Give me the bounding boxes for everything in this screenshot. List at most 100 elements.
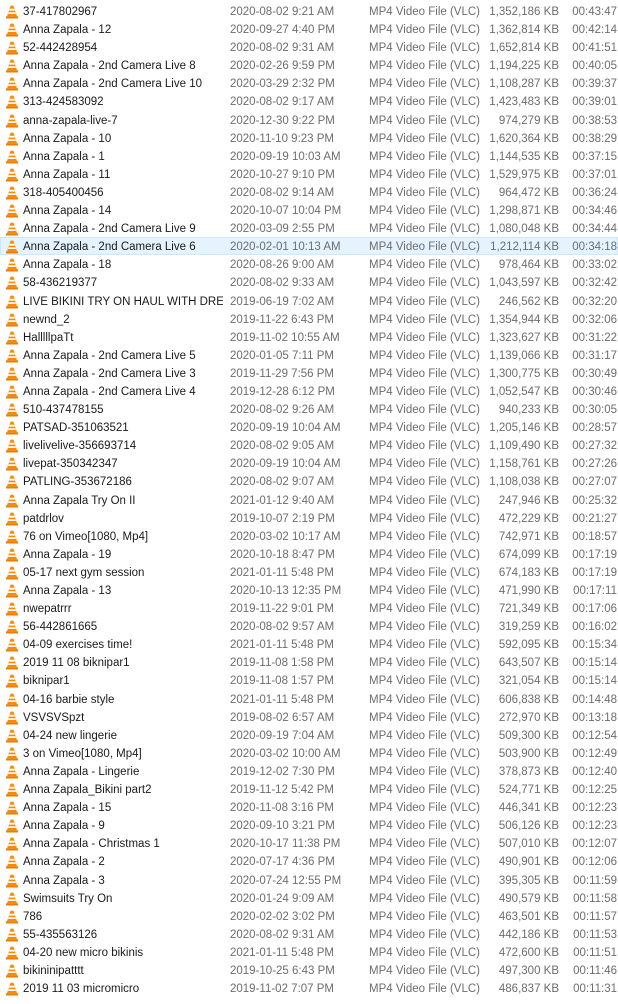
- file-row[interactable]: Swimsuits Try On 2020-01-24 9:09 AM MP4 …: [0, 889, 618, 907]
- file-length: 00:21:27: [572, 512, 617, 525]
- file-length: 00:27:07: [572, 476, 617, 489]
- file-row[interactable]: HalllllpaTt 2019-11-02 10:55 AM MP4 Vide…: [0, 328, 618, 346]
- vlc-cone-icon: [5, 59, 19, 73]
- file-row[interactable]: 2019 11 03 micromicro 2019-11-02 7:07 PM…: [0, 979, 618, 997]
- file-row[interactable]: Anna Zapala - 12 2020-09-27 4:40 PM MP4 …: [0, 20, 618, 38]
- file-row[interactable]: Anna Zapala - 2nd Camera Live 9 2020-03-…: [0, 219, 618, 237]
- file-row[interactable]: Anna Zapala_Bikini part2 2019-11-12 5:42…: [0, 780, 618, 798]
- file-row[interactable]: Anna Zapala - 2nd Camera Live 4 2019-12-…: [0, 382, 618, 400]
- file-row[interactable]: livepat-350342347 2020-09-19 10:04 AM MP…: [0, 454, 618, 472]
- file-row[interactable]: 510-437478155 2020-08-02 9:26 AM MP4 Vid…: [0, 400, 618, 418]
- file-row[interactable]: 04-20 new micro bikinis 2021-01-11 5:48 …: [0, 943, 618, 961]
- file-name: Anna Zapala - 2nd Camera Live 5: [23, 349, 196, 362]
- file-date-modified: 2020-09-19 10:03 AM: [230, 150, 341, 163]
- file-type: MP4 Video File (VLC): [369, 983, 480, 996]
- file-row[interactable]: patdrlov 2019-10-07 2:19 PM MP4 Video Fi…: [0, 509, 618, 527]
- file-name: Anna Zapala - 2nd Camera Live 4: [23, 385, 196, 398]
- file-name: 3 on Vimeo[1080, Mp4]: [23, 747, 142, 760]
- file-row[interactable]: Anna Zapala - 2 2020-07-17 4:36 PM MP4 V…: [0, 852, 618, 870]
- file-row[interactable]: PATLING-353672186 2020-08-02 9:07 AM MP4…: [0, 472, 618, 490]
- file-row[interactable]: Anna Zapala - 2nd Camera Live 3 2019-11-…: [0, 364, 618, 382]
- file-row[interactable]: Anna Zapala - Lingerie 2019-12-02 7:30 P…: [0, 762, 618, 780]
- file-size: 592,095 KB: [498, 639, 559, 652]
- file-row[interactable]: Anna Zapala - Christmas 1 2020-10-17 11:…: [0, 834, 618, 852]
- file-type: MP4 Video File (VLC): [369, 150, 480, 163]
- file-row[interactable]: 56-442861665 2020-08-02 9:57 AM MP4 Vide…: [0, 617, 618, 635]
- file-size: 964,472 KB: [498, 186, 559, 199]
- file-row[interactable]: Anna Zapala - 2nd Camera Live 5 2020-01-…: [0, 346, 618, 364]
- file-row[interactable]: 04-24 new lingerie 2020-09-19 7:04 AM MP…: [0, 726, 618, 744]
- file-row[interactable]: LIVE BIKINI TRY ON HAUL WITH DRESSLI... …: [0, 292, 618, 310]
- file-size: 490,579 KB: [498, 892, 559, 905]
- file-row[interactable]: Anna Zapala - 13 2020-10-13 12:35 PM MP4…: [0, 581, 618, 599]
- file-date-modified: 2019-11-12 5:42 PM: [230, 784, 334, 797]
- file-row[interactable]: Anna Zapala - 2nd Camera Live 10 2020-03…: [0, 74, 618, 92]
- file-row[interactable]: Anna Zapala - 2nd Camera Live 6 2020-02-…: [0, 237, 618, 256]
- file-row[interactable]: livelivelive-356693714 2020-08-02 9:05 A…: [0, 436, 618, 454]
- file-row[interactable]: anna-zapala-live-7 2020-12-30 9:22 PM MP…: [0, 111, 618, 129]
- file-row[interactable]: 37-417802967 2020-08-02 9:21 AM MP4 Vide…: [0, 2, 618, 20]
- file-row[interactable]: 313-424583092 2020-08-02 9:17 AM MP4 Vid…: [0, 92, 618, 110]
- file-row[interactable]: Anna Zapala - 19 2020-10-18 8:47 PM MP4 …: [0, 545, 618, 563]
- file-row[interactable]: 04-09 exercises time! 2021-01-11 5:48 PM…: [0, 635, 618, 653]
- file-row[interactable]: Anna Zapala - 1 2020-09-19 10:03 AM MP4 …: [0, 147, 618, 165]
- file-row[interactable]: 04-16 barbie style 2021-01-11 5:48 PM MP…: [0, 690, 618, 708]
- file-name: Anna Zapala - 11: [23, 168, 111, 181]
- file-type: MP4 Video File (VLC): [369, 729, 480, 742]
- file-date-modified: 2020-07-24 12:55 PM: [230, 874, 342, 887]
- file-row[interactable]: Anna Zapala - 15 2020-11-08 3:16 PM MP4 …: [0, 798, 618, 816]
- file-row[interactable]: 786 2020-02-02 3:02 PM MP4 Video File (V…: [0, 907, 618, 925]
- file-length: 00:18:57: [572, 530, 617, 543]
- file-row[interactable]: 52-442428954 2020-08-02 9:31 AM MP4 Vide…: [0, 38, 618, 56]
- file-row[interactable]: VSVSVSpzt 2019-08-02 6:57 AM MP4 Video F…: [0, 708, 618, 726]
- file-row[interactable]: nwepatrrr 2019-11-22 9:01 PM MP4 Video F…: [0, 599, 618, 617]
- file-row[interactable]: 318-405400456 2020-08-02 9:14 AM MP4 Vid…: [0, 183, 618, 201]
- file-row[interactable]: 2019 11 08 biknipar1 2019-11-08 1:58 PM …: [0, 653, 618, 671]
- file-name: PATSAD-351063521: [23, 422, 129, 435]
- file-length: 00:43:47: [572, 6, 617, 18]
- file-row[interactable]: biknipar1 2019-11-08 1:57 PM MP4 Video F…: [0, 671, 618, 689]
- file-type: MP4 Video File (VLC): [369, 548, 480, 561]
- file-name: 318-405400456: [23, 186, 104, 199]
- file-size: 1,652,814 KB: [489, 42, 559, 55]
- file-row[interactable]: Anna Zapala - 2nd Camera Live 8 2020-02-…: [0, 56, 618, 74]
- file-row[interactable]: PATSAD-351063521 2020-09-19 10:04 AM MP4…: [0, 418, 618, 436]
- file-date-modified: 2020-10-13 12:35 PM: [230, 585, 342, 597]
- file-length: 00:11:57: [573, 910, 617, 923]
- file-type: MP4 Video File (VLC): [369, 765, 480, 778]
- file-length: 00:30:49: [572, 367, 617, 380]
- file-date-modified: 2020-08-02 9:26 AM: [230, 404, 335, 417]
- file-size: 509,300 KB: [498, 729, 559, 742]
- file-row[interactable]: 3 on Vimeo[1080, Mp4] 2020-03-02 10:00 A…: [0, 744, 618, 762]
- file-type: MP4 Video File (VLC): [369, 838, 480, 851]
- file-row[interactable]: 58-436219377 2020-08-02 9:33 AM MP4 Vide…: [0, 273, 618, 291]
- file-size: 1,300,775 KB: [489, 367, 559, 380]
- file-name: livepat-350342347: [23, 458, 118, 471]
- file-row[interactable]: Anna Zapala - 9 2020-09-10 3:21 PM MP4 V…: [0, 816, 618, 834]
- file-row[interactable]: 05-17 next gym session 2021-01-11 5:48 P…: [0, 563, 618, 581]
- file-row[interactable]: Anna Zapala Try On II 2021-01-12 9:40 AM…: [0, 491, 618, 509]
- file-row[interactable]: 55-435563126 2020-08-02 9:31 AM MP4 Vide…: [0, 925, 618, 943]
- file-row[interactable]: 76 on Vimeo[1080, Mp4] 2020-03-02 10:17 …: [0, 527, 618, 545]
- file-size: 1,158,761 KB: [489, 458, 559, 471]
- file-row[interactable]: Anna Zapala - 10 2020-11-10 9:23 PM MP4 …: [0, 129, 618, 147]
- file-row[interactable]: bikininipatttt 2019-10-25 6:43 PM MP4 Vi…: [0, 961, 618, 979]
- file-name: Anna Zapala Try On II: [23, 494, 136, 507]
- file-name: 58-436219377: [23, 277, 98, 290]
- file-size: 497,300 KB: [498, 964, 559, 977]
- file-row[interactable]: Anna Zapala - 11 2020-10-27 9:10 PM MP4 …: [0, 165, 618, 183]
- file-size: 1,298,871 KB: [489, 205, 559, 218]
- file-row[interactable]: Anna Zapala - 14 2020-10-07 10:04 PM MP4…: [0, 201, 618, 219]
- file-date-modified: 2020-02-02 3:02 PM: [230, 910, 335, 923]
- vlc-cone-icon: [5, 494, 19, 508]
- file-name: 05-17 next gym session: [23, 566, 145, 579]
- file-length: 00:17:19: [572, 566, 617, 579]
- file-length: 00:12:06: [572, 856, 617, 869]
- file-row[interactable]: Anna Zapala - 18 2020-08-26 9:00 AM MP4 …: [0, 255, 618, 273]
- file-date-modified: 2019-10-07 2:19 PM: [230, 512, 335, 525]
- file-size: 1,205,146 KB: [489, 422, 559, 435]
- file-length: 00:40:05: [572, 60, 617, 73]
- file-size: 1,194,225 KB: [489, 60, 559, 73]
- file-row[interactable]: newnd_2 2019-11-22 6:43 PM MP4 Video Fil…: [0, 310, 618, 328]
- file-row[interactable]: Anna Zapala - 3 2020-07-24 12:55 PM MP4 …: [0, 871, 618, 889]
